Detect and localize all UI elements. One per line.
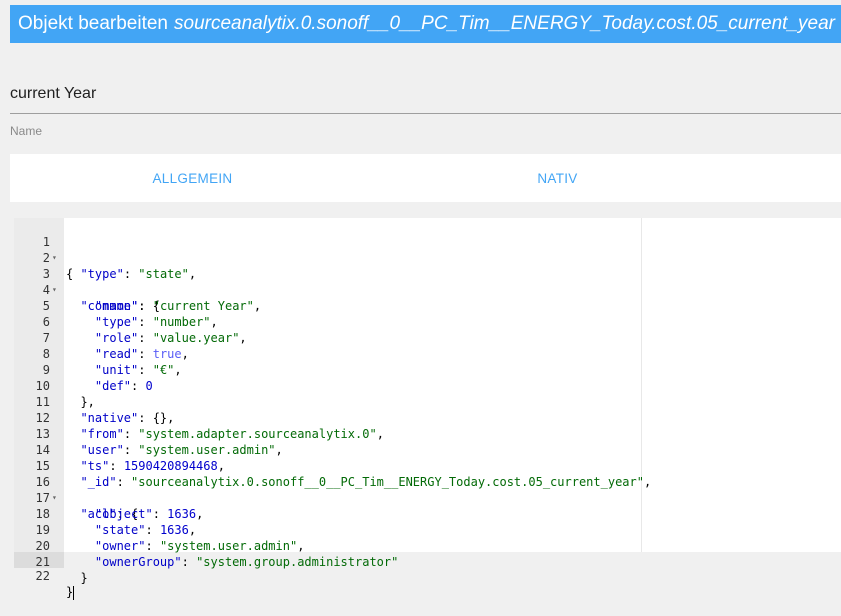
json-value: 1636 [159,523,189,537]
json-key: "_id" [80,475,117,489]
json-value: "system.user.admin" [138,443,276,457]
json-key: "object" [94,507,153,521]
name-input[interactable] [10,74,841,114]
json-value: "system.adapter.sourceanalytix.0" [138,427,377,441]
json-key: "read" [94,347,139,361]
code-line: 6 "role": "value.year", [14,298,247,345]
json-value: 1590420894468 [123,459,218,473]
fold-arrow-icon[interactable]: ▾ [52,490,60,506]
dialog-object-id: sourceanalytix.0.sonoff__0__PC_Tim__ENER… [174,13,835,34]
code-line: 10 }, [14,362,95,409]
json-value: "system.user.admin" [159,539,298,553]
tab-bar: ALLGEMEIN NATIV [10,154,841,202]
code-line: 16 ▾ "acl": { [14,458,139,521]
dialog-title-bar: Objekt bearbeiten sourceanalytix.0.sonof… [10,5,841,43]
json-value: "number" [152,315,211,329]
json-value: "value.year" [152,331,240,345]
code-line: 8 "unit": "€", [14,330,182,377]
json-value: "sourceanalytix.0.sonoff__0__PC_Tim__ENE… [131,475,644,489]
code-line: 4 "name": "current Year", [14,266,261,313]
code-line: 19 "owner": "system.user.admin", [14,506,305,553]
json-key: "type" [94,315,139,329]
code-line: 3 ▾ "common": { [14,250,160,313]
json-key: "state" [94,523,146,537]
json-key: "name" [94,299,139,313]
code-line: 14 "ts": 1590420894468, [14,426,225,473]
json-key: "ts" [80,459,110,473]
code-line: 11 "native": {}, [14,378,175,425]
json-key: "native" [80,411,139,425]
json-key: "user" [80,443,124,457]
code-line: 5 "type": "number", [14,282,218,329]
json-value: 0 [145,379,153,393]
json-key: "def" [94,379,132,393]
json-value: "state" [138,267,189,281]
code-line: 15 "_id": "sourceanalytix.0.sonoff__0__P… [14,442,652,489]
code-line: 9 "def": 0 [14,346,153,393]
json-key: "ownerGroup" [94,555,182,569]
code-line: 20 "ownerGroup": "system.group.administr… [14,522,399,569]
fold-arrow-icon[interactable]: ▾ [52,282,60,298]
json-value: true [152,347,182,361]
json-value: 1636 [167,507,197,521]
code-line: 17 "object": 1636, [14,474,204,521]
text-cursor [73,585,75,600]
json-key: "owner" [94,539,146,553]
print-margin [641,218,642,566]
tab-allgemein[interactable]: ALLGEMEIN [10,154,375,202]
code-line: 7 "read": true, [14,314,189,361]
dialog-title: Objekt bearbeiten [18,13,168,34]
fold-arrow-icon[interactable]: ▾ [52,250,60,266]
json-value: "system.group.administrator" [196,555,399,569]
code-line: 2 "type": "state", [14,234,196,281]
code-line: 1 ▾ { [14,218,73,281]
json-key: "unit" [94,363,139,377]
code-line: 12 "from": "system.adapter.sourceanalyti… [14,394,384,441]
json-key: "role" [94,331,139,345]
json-key: "type" [80,267,124,281]
name-field [10,74,841,114]
json-key: "from" [80,427,124,441]
line-number: 22 [35,569,50,583]
code-line: 18 "state": 1636, [14,490,197,537]
code-line: 13 "user": "system.user.admin", [14,410,283,457]
json-value: "€" [152,363,175,377]
json-value: "current Year" [152,299,254,313]
tab-nativ[interactable]: NATIV [375,154,740,202]
name-field-label: Name [10,124,43,138]
json-editor[interactable]: 1 ▾ { 2 "type": "state", 3 ▾ "common": {… [14,218,841,600]
